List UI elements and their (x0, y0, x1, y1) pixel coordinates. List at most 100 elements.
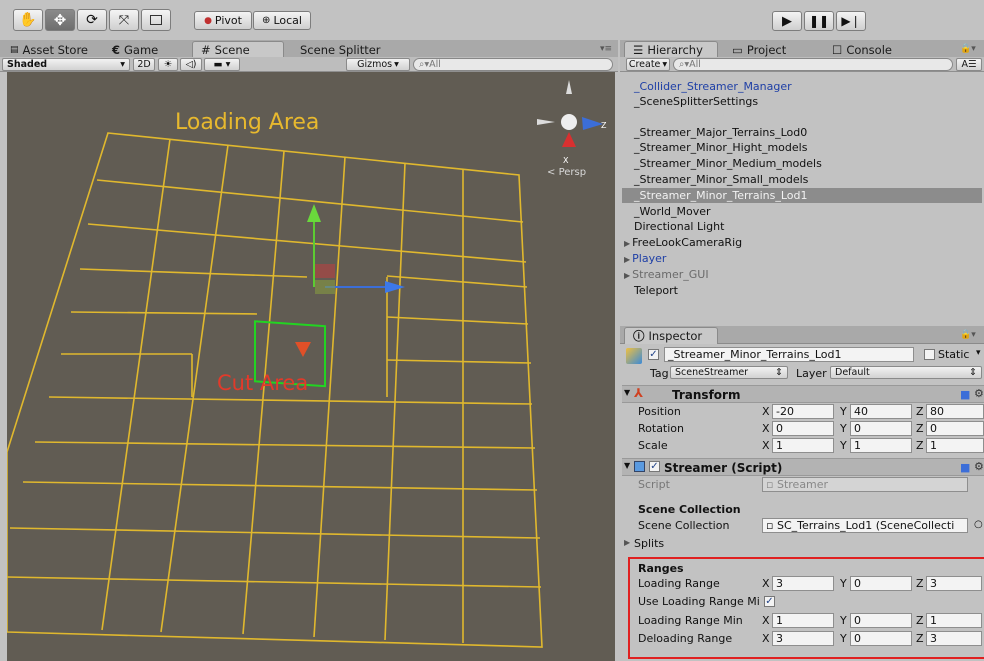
effects-dropdown[interactable]: ▬ ▾ (204, 58, 240, 71)
2d-toggle[interactable]: 2D (133, 58, 155, 71)
tab-inspector[interactable]: ⓘ Inspector (624, 327, 718, 344)
scale-tool-button[interactable]: ⤧ (109, 9, 139, 31)
tab-hierarchy[interactable]: ☰ Hierarchy (624, 41, 718, 58)
position-z-field[interactable]: 80 (926, 404, 984, 419)
deloading-range-z-field[interactable]: 3 (926, 631, 982, 646)
dropdown-arrow-icon: ⇕ (775, 367, 783, 378)
use-loading-range-min-checkbox[interactable]: ✓ (764, 596, 775, 607)
play-button[interactable]: ▶ (772, 11, 802, 31)
tab-console[interactable]: ☐ Console (824, 41, 900, 58)
transform-header[interactable]: ▼ ⅄ Transform ■ ⚙ (622, 385, 984, 403)
pivot-button[interactable]: ● Pivot (194, 11, 252, 30)
static-checkbox[interactable] (924, 349, 935, 360)
splits-row[interactable]: ▶ Splits (622, 535, 984, 552)
tab-project[interactable]: ▭ Project (724, 41, 794, 58)
gear-icon[interactable]: ⚙ (974, 460, 984, 473)
loading-range-min-x-field[interactable]: 1 (772, 613, 834, 628)
lock-icon[interactable]: 🔒▾ (960, 44, 976, 54)
scale-x-field[interactable]: 1 (772, 438, 834, 453)
object-picker-icon[interactable]: ○ (974, 519, 983, 530)
tab-scene[interactable]: # Scene (192, 41, 284, 58)
lighting-toggle[interactable]: ☀ (158, 58, 178, 71)
create-dropdown[interactable]: Create ▾ (626, 58, 670, 71)
list-item[interactable]: _Streamer_Minor_Medium_models (622, 156, 982, 171)
audio-toggle[interactable]: ◁) (180, 58, 202, 71)
foldout-arrow-icon[interactable]: ▼ (624, 388, 630, 397)
list-item[interactable]: _SceneSplitterSettings (622, 94, 982, 109)
play-icon: ▶ (782, 13, 792, 29)
expand-arrow-icon[interactable]: ▶ (624, 255, 630, 264)
panel-menu-icon[interactable]: ▾≡ (600, 44, 612, 54)
expand-arrow-icon[interactable]: ▶ (624, 271, 630, 280)
info-icon: ⓘ (633, 329, 645, 343)
rotation-x-field[interactable]: 0 (772, 421, 834, 436)
tab-scene-splitter[interactable]: Scene Splitter (292, 41, 389, 58)
script-field: ▫ Streamer (762, 477, 968, 492)
hand-tool-button[interactable]: ✋ (13, 9, 43, 31)
rotation-y-field[interactable]: 0 (850, 421, 912, 436)
store-icon: ▤ (10, 44, 19, 55)
shading-mode-dropdown[interactable]: Shaded ▾ (2, 58, 130, 71)
persp-label[interactable]: < Persp (547, 167, 586, 178)
lock-icon[interactable]: 🔒▾ (960, 330, 976, 340)
deloading-range-x-field[interactable]: 3 (772, 631, 834, 646)
loading-range-y-field[interactable]: 0 (850, 576, 912, 591)
loading-range-z-field[interactable]: 3 (926, 576, 982, 591)
dropdown-arrow-icon[interactable]: ▾ (976, 348, 981, 358)
list-item[interactable]: _Streamer_Minor_Hight_models (622, 140, 982, 155)
local-label: Local (273, 14, 302, 27)
deloading-range-y-field[interactable]: 0 (850, 631, 912, 646)
hierarchy-search-input[interactable]: ⌕▾ All (673, 58, 953, 71)
expand-arrow-icon[interactable]: ▶ (624, 239, 630, 248)
position-x-field[interactable]: -20 (772, 404, 834, 419)
font-size-button[interactable]: A☰ (956, 58, 982, 71)
active-checkbox[interactable]: ✓ (648, 349, 659, 360)
script-enabled-checkbox[interactable]: ✓ (649, 461, 660, 472)
rotation-z-field[interactable]: 0 (926, 421, 984, 436)
layer-dropdown[interactable]: Default ⇕ (830, 366, 982, 379)
loading-range-min-z-field[interactable]: 1 (926, 613, 982, 628)
sun-icon: ☀ (163, 59, 173, 70)
help-book-icon[interactable]: ■ (960, 461, 970, 474)
tab-game[interactable]: € Game (104, 41, 166, 58)
expand-arrow-icon[interactable]: ▶ (624, 538, 630, 547)
move-gizmo[interactable] (295, 204, 405, 357)
transform-title: Transform (672, 388, 741, 402)
list-item[interactable]: _World_Mover (622, 204, 982, 219)
foldout-arrow-icon[interactable]: ▼ (624, 461, 630, 470)
help-book-icon[interactable]: ■ (960, 388, 970, 401)
loading-range-min-y-field[interactable]: 0 (850, 613, 912, 628)
orientation-gizmo[interactable]: Z X < Persp (537, 80, 607, 178)
inspector-body: ✓ _Streamer_Minor_Terrains_Lod1 Static ▾… (622, 344, 984, 661)
loading-range-x-field[interactable]: 3 (772, 576, 834, 591)
list-item[interactable]: _Streamer_Minor_Small_models (622, 172, 982, 187)
list-item[interactable]: _Streamer_Major_Terrains_Lod0 (622, 125, 982, 140)
rotate-tool-button[interactable]: ⟳ (77, 9, 107, 31)
rect-tool-button[interactable] (141, 9, 171, 31)
move-tool-button[interactable]: ✥ (45, 9, 75, 31)
list-item-selected[interactable]: _Streamer_Minor_Terrains_Lod1 (622, 188, 982, 203)
tag-dropdown[interactable]: SceneStreamer ⇕ (670, 366, 788, 379)
list-item[interactable]: ▶ FreeLookCameraRig (622, 235, 982, 250)
step-button[interactable]: ▶❘ (836, 11, 866, 31)
list-item[interactable]: Teleport (622, 283, 982, 298)
scene-search-input[interactable]: ⌕▾ All (413, 58, 613, 71)
local-button[interactable]: ⊕ Local (253, 11, 311, 30)
scene-viewport[interactable]: Z X < Persp Loading Area Cut Area (7, 72, 615, 661)
tab-asset-store[interactable]: ▤ Asset Store (2, 41, 96, 58)
scale-z-field[interactable]: 1 (926, 438, 984, 453)
static-label: Static (938, 348, 970, 361)
dropdown-arrow-icon: ▾ (120, 59, 125, 70)
list-item[interactable]: _Collider_Streamer_Manager (622, 79, 982, 94)
scene-collection-field[interactable]: ▫ SC_Terrains_Lod1 (SceneCollecti (762, 518, 968, 533)
object-name-field[interactable]: _Streamer_Minor_Terrains_Lod1 (664, 347, 914, 362)
list-item[interactable]: ▶ Player (622, 251, 982, 266)
position-y-field[interactable]: 40 (850, 404, 912, 419)
gizmos-dropdown[interactable]: Gizmos ▾ (346, 58, 410, 71)
pause-button[interactable]: ❚❚ (804, 11, 834, 31)
list-item[interactable]: ▶ Streamer_GUI (622, 267, 982, 282)
streamer-script-header[interactable]: ▼ ✓ Streamer (Script) ■ ⚙ (622, 458, 984, 476)
list-item[interactable]: Directional Light (622, 219, 982, 234)
scale-y-field[interactable]: 1 (850, 438, 912, 453)
gear-icon[interactable]: ⚙ (974, 387, 984, 400)
